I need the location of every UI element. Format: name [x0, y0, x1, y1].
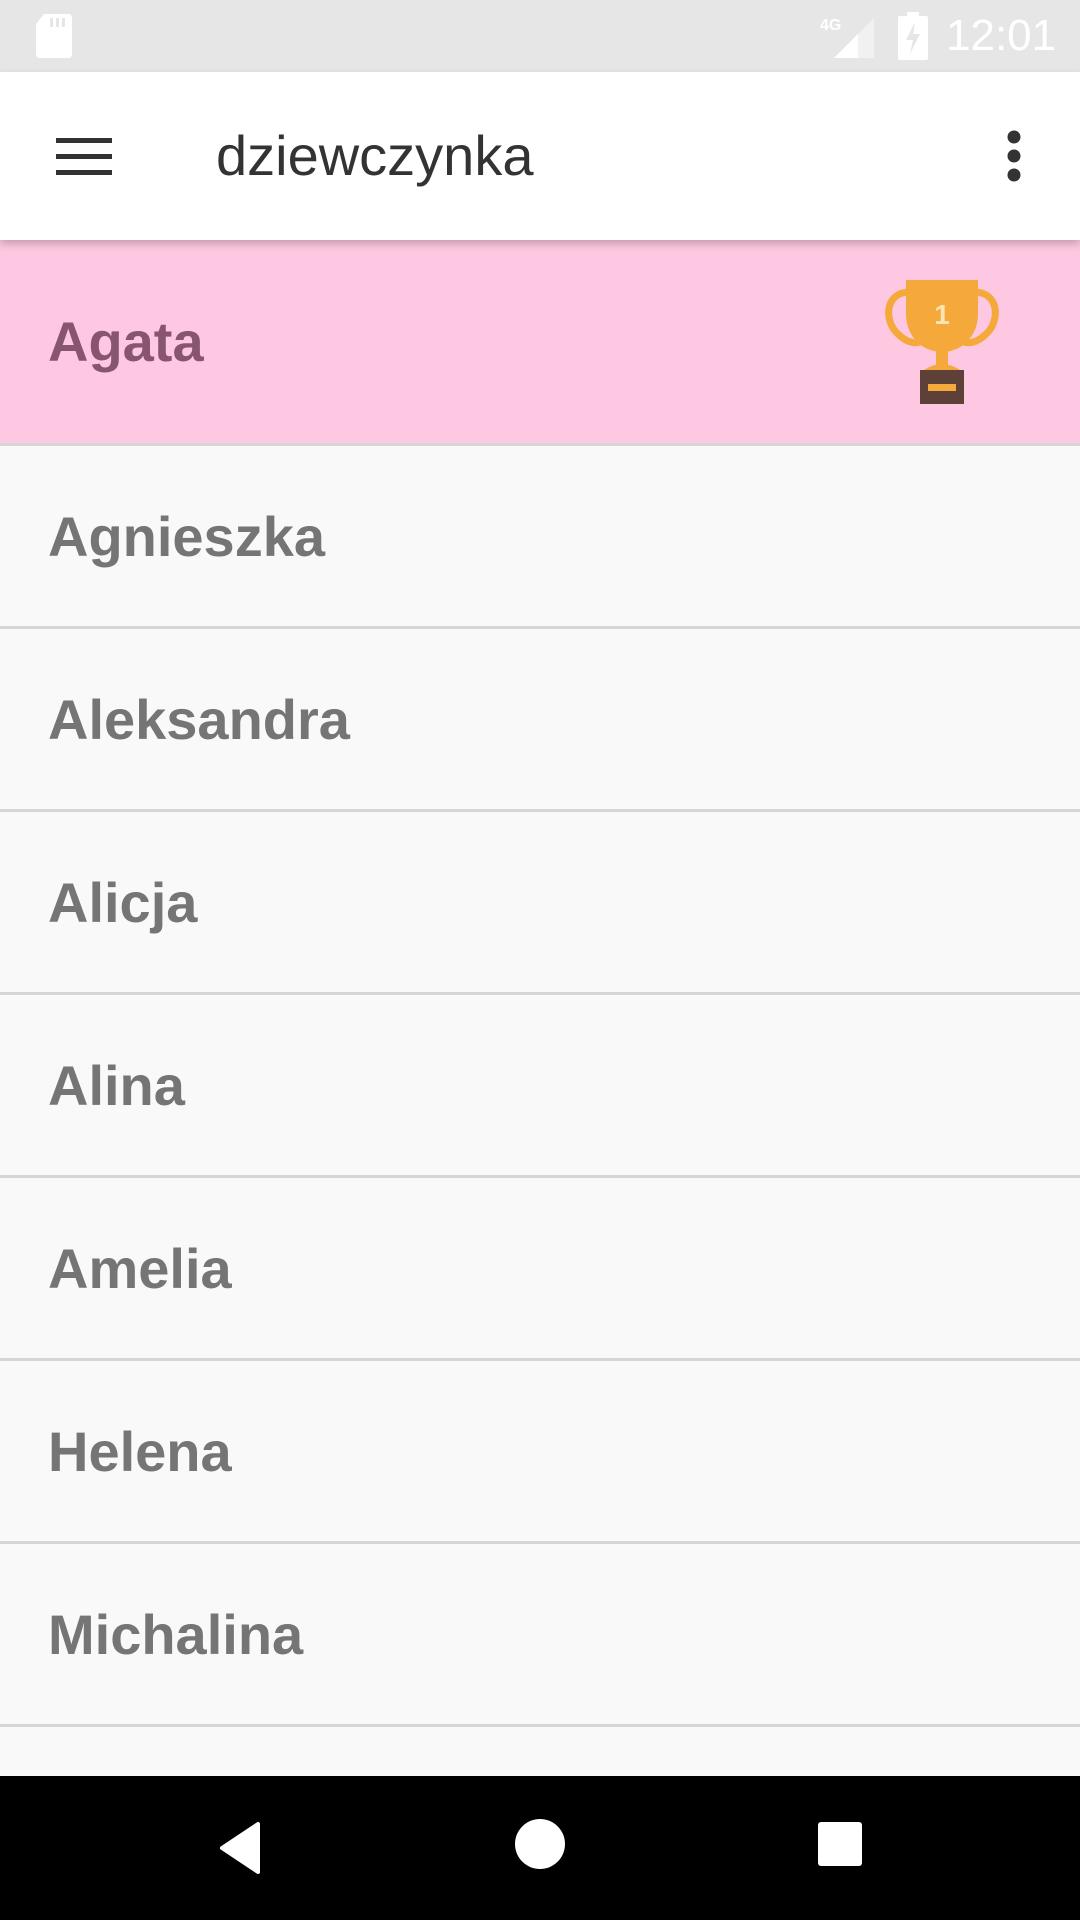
status-time: 12:01: [946, 11, 1057, 60]
home-icon[interactable]: [512, 1816, 568, 1872]
list-item-label: Agnieszka: [48, 504, 325, 568]
list-item-label: Alina: [48, 1053, 185, 1117]
list-item[interactable]: Agata 1: [0, 240, 1080, 446]
list-item[interactable]: Agnieszka: [0, 446, 1080, 629]
status-bar: 4G 12:01: [0, 0, 1080, 72]
list-item-label: Agata: [48, 310, 204, 373]
battery-charging-icon: [898, 12, 928, 60]
signal-icon: 4G: [820, 17, 874, 58]
menu-button[interactable]: [36, 108, 132, 204]
trophy-icon: 1: [885, 280, 999, 404]
list-item-partial[interactable]: [0, 1727, 1080, 1776]
list-item[interactable]: Amelia: [0, 1178, 1080, 1361]
list-item-label: Aleksandra: [48, 687, 350, 751]
screen: 4G 12:01 dziewczynka Agata 1 Agnieszka A…: [0, 0, 1080, 1920]
list-item[interactable]: Alina: [0, 995, 1080, 1178]
list-item-label: Helena: [48, 1419, 232, 1483]
network-type-label: 4G: [820, 17, 841, 34]
recents-icon[interactable]: [816, 1820, 864, 1868]
navigation-bar: [0, 1776, 1080, 1920]
overflow-menu-button[interactable]: [966, 108, 1062, 204]
list-item[interactable]: Aleksandra: [0, 629, 1080, 812]
list-item[interactable]: Helena: [0, 1361, 1080, 1544]
name-list: Agata 1 Agnieszka Aleksandra Alicja Alin…: [0, 240, 1080, 1776]
list-item-label: Alicja: [48, 870, 198, 934]
back-icon[interactable]: [210, 1816, 274, 1880]
list-item[interactable]: Alicja: [0, 812, 1080, 995]
more-vert-icon: [1007, 130, 1021, 182]
app-title: dziewczynka: [216, 124, 534, 187]
list-item-label: Amelia: [48, 1236, 232, 1300]
menu-icon: [56, 138, 112, 175]
list-item[interactable]: Michalina: [0, 1544, 1080, 1727]
sd-card-icon: [36, 14, 72, 58]
list-item-label: Michalina: [48, 1602, 304, 1666]
trophy-rank: 1: [934, 299, 950, 330]
app-bar: dziewczynka: [0, 72, 1080, 240]
